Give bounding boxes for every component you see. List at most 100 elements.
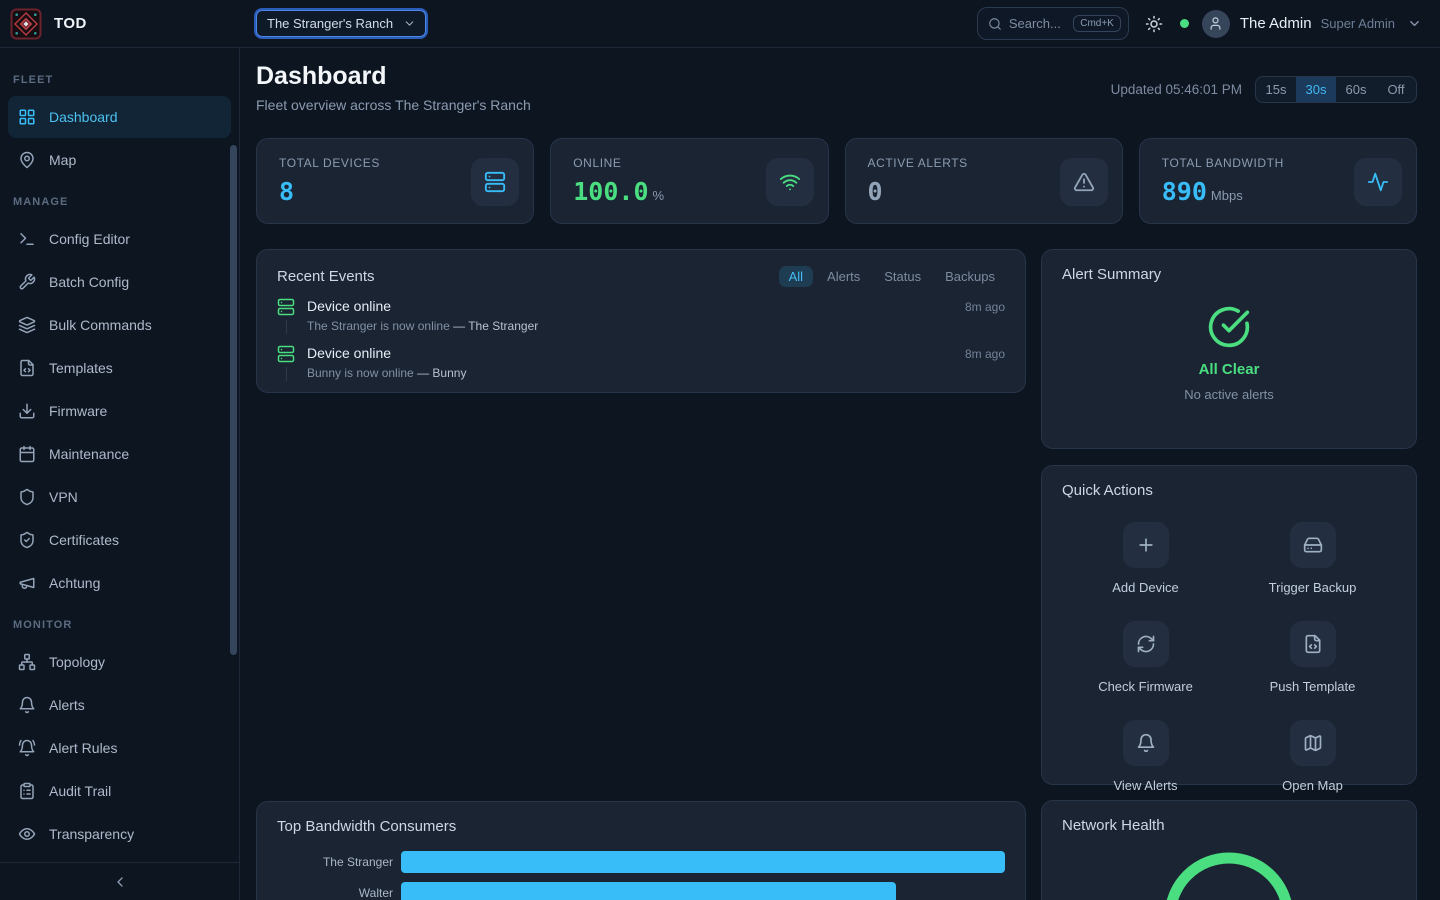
event-description: Bunny is now online — Bunny [307,366,1005,380]
check-circle-icon [1207,305,1251,349]
bell-icon [18,696,36,714]
quick-actions-title: Quick Actions [1062,482,1153,499]
event-filter-backups[interactable]: Backups [935,266,1005,287]
connection-status-dot [1180,19,1189,28]
stat-icon-tile [766,158,814,206]
page-subtitle: Fleet overview across The Stranger's Ran… [256,97,531,113]
refresh-option-30s[interactable]: 30s [1296,77,1336,102]
sidebar-item-map[interactable]: Map [8,139,231,181]
sidebar-item-vpn[interactable]: VPN [8,476,231,518]
trigger-backup-button[interactable]: Trigger Backup [1229,509,1396,608]
timeline-connector [286,367,287,381]
stats-row: TOTAL DEVICES 8 ONLINE 100.0% ACTIVE ALE… [256,138,1417,224]
add-device-button[interactable]: Add Device [1062,509,1229,608]
sidebar-item-label: Config Editor [49,231,130,247]
clipboard-icon [18,782,36,800]
view-alerts-button[interactable]: View Alerts [1062,707,1229,806]
sidebar-item-label: Batch Config [49,274,129,290]
bar-track [401,882,1005,900]
sidebar-section-fleet: FLEET [0,60,239,95]
search-input[interactable]: Search... Cmd+K [977,7,1129,40]
file-code-icon [18,359,36,377]
stat-card-online: ONLINE 100.0% [550,138,828,224]
avatar[interactable] [1202,10,1230,38]
user-name: The Admin [1240,15,1312,32]
sidebar-item-batch-config[interactable]: Batch Config [8,261,231,303]
refresh-interval-segmented-control: 15s 30s 60s Off [1255,76,1417,103]
plus-icon [1136,535,1156,555]
sidebar-section-manage: MANAGE [0,182,239,217]
theme-toggle-sun-icon[interactable] [1145,15,1163,33]
sidebar-item-achtung[interactable]: Achtung [8,562,231,604]
server-icon [277,345,295,363]
sidebar-item-label: Map [49,152,76,168]
refresh-option-off[interactable]: Off [1376,77,1416,102]
sidebar-item-label: Bulk Commands [49,317,152,333]
network-health-title: Network Health [1062,817,1165,834]
bar-row: Walter [277,882,1005,900]
sidebar-collapse-button[interactable] [0,862,239,900]
sidebar-item-label: Transparency [49,826,134,842]
refresh-option-60s[interactable]: 60s [1336,77,1376,102]
sidebar-item-alerts[interactable]: Alerts [8,684,231,726]
alert-triangle-icon [1073,171,1095,193]
sidebar-item-maintenance[interactable]: Maintenance [8,433,231,475]
network-icon [18,653,36,671]
sidebar-item-dashboard[interactable]: Dashboard [8,96,231,138]
sidebar-item-alert-rules[interactable]: Alert Rules [8,727,231,769]
bar [401,882,896,900]
sidebar-item-config-editor[interactable]: Config Editor [8,218,231,260]
stat-card-total-devices: TOTAL DEVICES 8 [256,138,534,224]
recent-events-card: Recent Events All Alerts Status Backups … [256,249,1026,393]
refresh-controls: Updated 05:46:01 PM 15s 30s 60s Off [1111,76,1417,103]
fleet-selector[interactable]: The Stranger's Ranch [256,10,426,37]
sidebar-item-label: Audit Trail [49,783,111,799]
stat-icon-tile [1354,158,1402,206]
sidebar-item-templates[interactable]: Templates [8,347,231,389]
server-icon [484,171,506,193]
sidebar-item-bulk-commands[interactable]: Bulk Commands [8,304,231,346]
action-icon-tile [1123,720,1169,766]
push-template-button[interactable]: Push Template [1229,608,1396,707]
action-icon-tile [1290,621,1336,667]
sidebar-item-firmware[interactable]: Firmware [8,390,231,432]
action-icon-tile [1290,720,1336,766]
topbar: TOD The Stranger's Ranch Search... Cmd+K… [0,0,1440,48]
server-icon [277,298,295,316]
sidebar-item-audit-trail[interactable]: Audit Trail [8,770,231,812]
sidebar-item-transparency[interactable]: Transparency [8,813,231,855]
network-health-card: Network Health 100 [1041,800,1417,900]
user-menu-chevron-down-icon[interactable] [1407,16,1422,31]
quick-actions-card: Quick Actions Add Device Trigger Backup … [1041,465,1417,785]
event-row[interactable]: Device online 8m ago Bunny is now online… [277,345,1005,381]
event-title: Device online [307,298,391,314]
sidebar-item-label: Achtung [49,575,100,591]
sidebar-item-label: Dashboard [49,109,118,125]
refresh-option-15s[interactable]: 15s [1256,77,1296,102]
sidebar-item-label: Alert Rules [49,740,117,756]
action-icon-tile [1290,522,1336,568]
eye-icon [18,825,36,843]
grid-icon [18,108,36,126]
search-icon [988,17,1002,31]
gauge-ring [1170,858,1288,900]
fleet-selector-value: The Stranger's Ranch [267,16,393,31]
event-filter-status[interactable]: Status [874,266,931,287]
stat-card-active-alerts: ACTIVE ALERTS 0 [845,138,1123,224]
sidebar-item-topology[interactable]: Topology [8,641,231,683]
wifi-icon [779,171,801,193]
event-device: — The Stranger [453,319,538,333]
bar-track [401,851,1005,873]
check-firmware-button[interactable]: Check Firmware [1062,608,1229,707]
sidebar-item-certificates[interactable]: Certificates [8,519,231,561]
sidebar-item-label: VPN [49,489,78,505]
recent-events-title: Recent Events [277,268,375,285]
event-filter-alerts[interactable]: Alerts [817,266,870,287]
user-role: Super Admin [1321,16,1395,31]
event-row[interactable]: Device online 8m ago The Stranger is now… [277,298,1005,334]
event-filter-all[interactable]: All [779,266,813,287]
event-description: The Stranger is now online — The Strange… [307,319,1005,333]
open-map-button[interactable]: Open Map [1229,707,1396,806]
sidebar-scrollbar[interactable] [230,145,237,655]
search-placeholder: Search... [1009,16,1061,31]
